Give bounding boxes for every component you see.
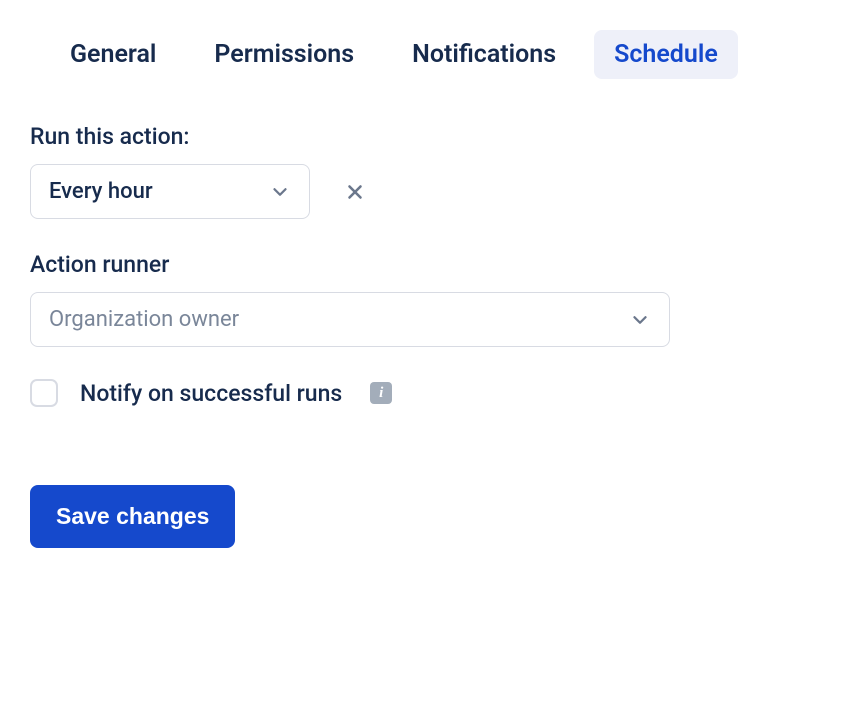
tab-notifications[interactable]: Notifications	[392, 30, 576, 79]
run-frequency-select[interactable]: Every hour	[30, 164, 310, 219]
chevron-down-icon	[269, 181, 291, 203]
tabs: General Permissions Notifications Schedu…	[30, 30, 834, 79]
clear-frequency-button[interactable]	[336, 173, 374, 211]
action-runner-group: Action runner Organization owner	[30, 251, 834, 347]
action-runner-placeholder: Organization owner	[49, 307, 239, 332]
run-action-group: Run this action: Every hour	[30, 123, 834, 219]
action-runner-label: Action runner	[30, 251, 834, 278]
save-button[interactable]: Save changes	[30, 485, 235, 548]
tab-schedule[interactable]: Schedule	[594, 30, 738, 79]
run-action-label: Run this action:	[30, 123, 834, 150]
action-runner-select[interactable]: Organization owner	[30, 292, 670, 347]
run-action-row: Every hour	[30, 164, 834, 219]
notify-row: Notify on successful runs i	[30, 379, 834, 407]
run-frequency-value: Every hour	[49, 179, 153, 204]
notify-label: Notify on successful runs	[80, 380, 342, 407]
tab-general[interactable]: General	[50, 30, 176, 79]
notify-checkbox[interactable]	[30, 379, 58, 407]
chevron-down-icon	[629, 309, 651, 331]
tab-permissions[interactable]: Permissions	[194, 30, 374, 79]
info-icon[interactable]: i	[370, 382, 392, 404]
close-icon	[344, 181, 366, 203]
